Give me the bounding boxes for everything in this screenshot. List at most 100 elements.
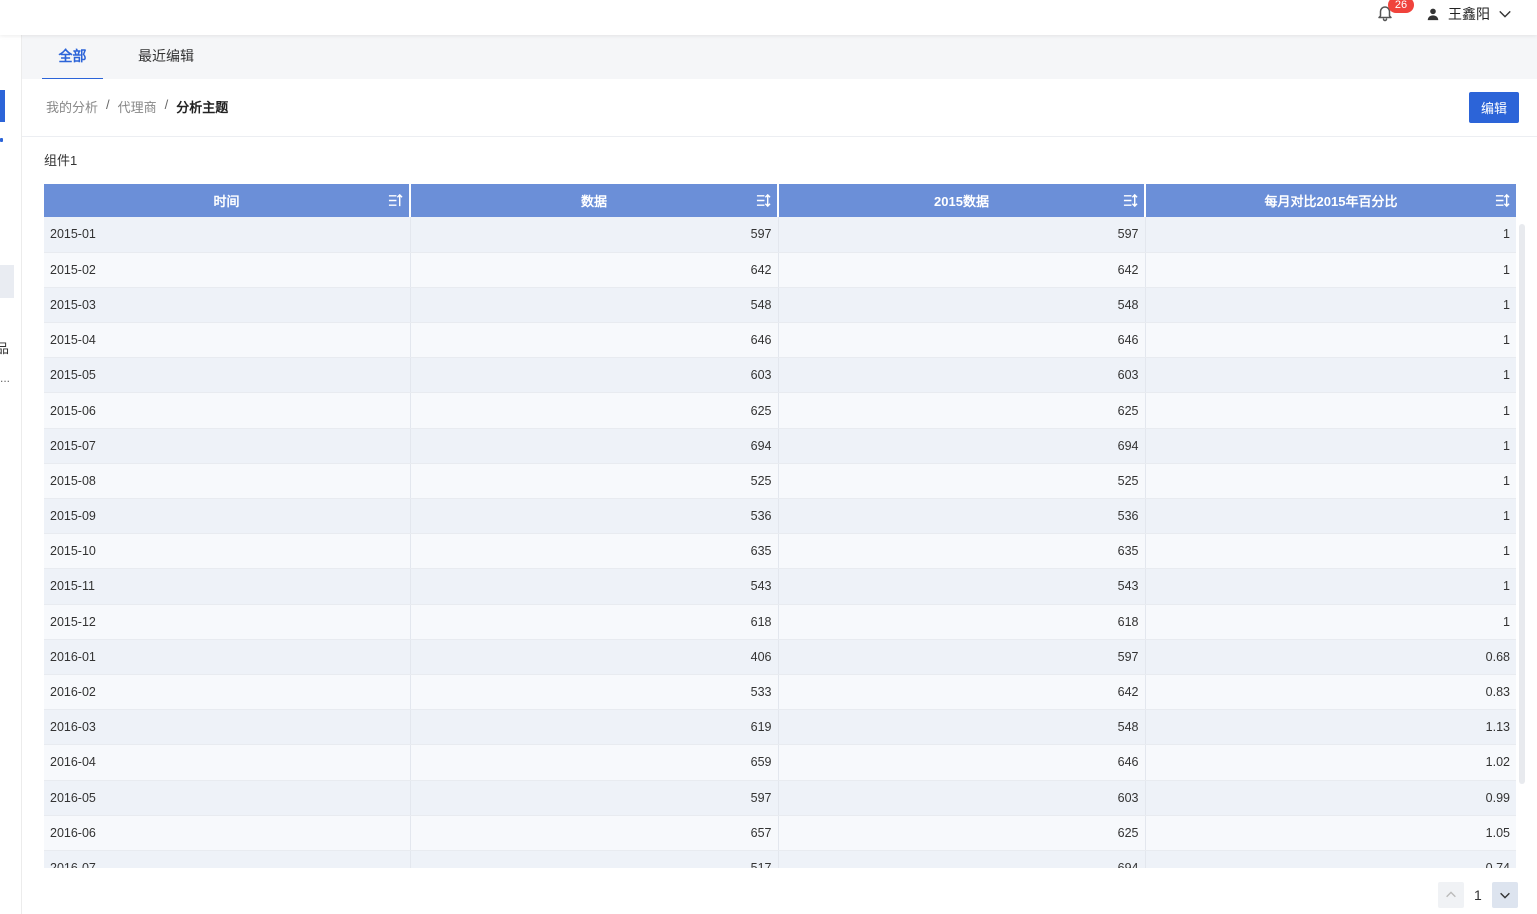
breadcrumb-item-current: 分析主题 <box>176 100 229 115</box>
column-header[interactable]: 每月对比2015年百分比 <box>1145 184 1516 217</box>
table-cell: 597 <box>410 217 779 253</box>
sort-icon[interactable] <box>1123 193 1138 208</box>
user-name: 王鑫阳 <box>1448 6 1490 22</box>
table-cell: 597 <box>410 780 779 816</box>
table-cell: 646 <box>410 322 779 359</box>
table-cell: 646 <box>778 322 1146 359</box>
table-cell: 0.74 <box>1145 850 1516 868</box>
table-cell: 1 <box>1145 217 1516 253</box>
table-cell: 1 <box>1145 463 1516 500</box>
breadcrumb-separator: / <box>106 97 110 112</box>
table-cell: 548 <box>778 287 1146 324</box>
table-cell: 2015-09 <box>44 498 411 535</box>
table-row: 2015-12 618 618 1 <box>44 604 1516 640</box>
table-cell: 1 <box>1145 287 1516 324</box>
table-cell: 597 <box>778 639 1146 675</box>
data-table: 时间 数据 2015数据 每月对比2015年百分比 2015-01 597 597 1 201… <box>44 184 1518 868</box>
table-row: 2015-10 635 635 1 <box>44 533 1516 570</box>
table-cell: 2015-02 <box>44 252 411 288</box>
tab-recent-edits[interactable]: 最近编辑 <box>138 35 194 81</box>
column-header-label: 时间 <box>213 194 240 209</box>
table-cell: 2016-06 <box>44 815 411 851</box>
divider <box>22 136 1537 137</box>
table-cell: 635 <box>778 533 1146 570</box>
table-cell: 2015-07 <box>44 428 411 464</box>
table-cell: 2015-11 <box>44 568 411 605</box>
table-cell: 1 <box>1145 322 1516 359</box>
table-cell: 625 <box>410 392 779 429</box>
column-header[interactable]: 时间 <box>44 184 411 217</box>
table-cell: 1.02 <box>1145 744 1516 781</box>
breadcrumb-item-my-analysis[interactable]: 我的分析 <box>46 97 98 116</box>
sort-icon[interactable] <box>1495 193 1510 208</box>
table-cell: 2016-05 <box>44 780 411 816</box>
table-cell: 2016-01 <box>44 639 411 675</box>
table-cell: 2015-06 <box>44 392 411 429</box>
table-cell: 618 <box>778 604 1146 640</box>
breadcrumb-item-agent[interactable]: 代理商 <box>118 97 157 116</box>
table-cell: 2016-04 <box>44 744 411 781</box>
table-cell: 1 <box>1145 357 1516 394</box>
table-cell: 1 <box>1145 568 1516 605</box>
table-cell: 1.13 <box>1145 709 1516 746</box>
column-header-label: 数据 <box>580 194 607 209</box>
sort-ascending-icon[interactable] <box>388 193 403 208</box>
table-row: 2015-04 646 646 1 <box>44 322 1516 359</box>
table-cell: 2015-01 <box>44 217 411 253</box>
table-row: 2015-08 525 525 1 <box>44 463 1516 500</box>
column-header[interactable]: 数据 <box>410 184 779 217</box>
breadcrumb-separator: / <box>164 97 169 112</box>
sidebar-item-label[interactable]: 品 <box>0 338 9 357</box>
edit-button[interactable]: 编辑 <box>1469 92 1519 123</box>
table-cell: 597 <box>778 217 1146 253</box>
table-cell: 536 <box>778 498 1146 535</box>
table-cell: 517 <box>410 850 779 868</box>
table-cell: 406 <box>410 639 779 675</box>
table-cell: 603 <box>778 780 1146 816</box>
pager: 1 <box>1438 882 1518 908</box>
table-cell: 0.68 <box>1145 639 1516 675</box>
table-cell: 525 <box>778 463 1146 500</box>
column-header-label: 2015数据 <box>934 194 989 209</box>
table-cell: 533 <box>410 674 779 711</box>
table-row: 2016-06 657 625 1.05 <box>44 815 1516 851</box>
chevron-up-icon <box>1446 891 1456 898</box>
main-panel: 我的分析 / 代理商 / 分析主题 编辑 组件1 时间 数据 2015数据 每月对比2… <box>22 79 1537 914</box>
table-cell: 625 <box>778 392 1146 429</box>
sidebar-item-ellipsis[interactable]: ... <box>0 371 10 385</box>
table-cell: 2015-04 <box>44 322 411 359</box>
sidebar-active-indicator[interactable] <box>0 90 5 122</box>
table-cell: 1 <box>1145 252 1516 288</box>
user-menu[interactable]: 王鑫阳 <box>1426 4 1512 24</box>
chevron-down-icon[interactable] <box>1498 7 1512 21</box>
table-row: 2016-03 619 548 1.13 <box>44 709 1516 746</box>
column-header[interactable]: 2015数据 <box>778 184 1146 217</box>
table-cell: 2015-03 <box>44 287 411 324</box>
table-cell: 694 <box>410 428 779 464</box>
table-row: 2015-11 543 543 1 <box>44 568 1516 605</box>
table-cell: 635 <box>410 533 779 570</box>
table-row: 2015-07 694 694 1 <box>44 428 1516 464</box>
table-cell: 1 <box>1145 392 1516 429</box>
table-cell: 2015-08 <box>44 463 411 500</box>
table-row: 2015-06 625 625 1 <box>44 392 1516 429</box>
table-scrollbar[interactable] <box>1519 224 1525 784</box>
table-row: 2016-01 406 597 0.68 <box>44 639 1516 675</box>
table-cell: 618 <box>410 604 779 640</box>
sort-icon[interactable] <box>756 193 771 208</box>
chevron-down-icon <box>1499 892 1510 899</box>
table-cell: 625 <box>778 815 1146 851</box>
notification-button[interactable]: 26 <box>1376 0 1414 24</box>
table-row: 2015-05 603 603 1 <box>44 357 1516 394</box>
prev-page-button[interactable] <box>1438 882 1464 908</box>
table-cell: 548 <box>778 709 1146 746</box>
table-cell: 694 <box>778 850 1146 868</box>
table-cell: 548 <box>410 287 779 324</box>
tab-all[interactable]: 全部 <box>42 35 103 81</box>
table-cell: 646 <box>778 744 1146 781</box>
table-cell: 1 <box>1145 604 1516 640</box>
table-cell: 2016-03 <box>44 709 411 746</box>
sidebar-item-hover[interactable] <box>0 265 14 298</box>
user-icon <box>1426 7 1440 21</box>
next-page-button[interactable] <box>1491 882 1518 908</box>
